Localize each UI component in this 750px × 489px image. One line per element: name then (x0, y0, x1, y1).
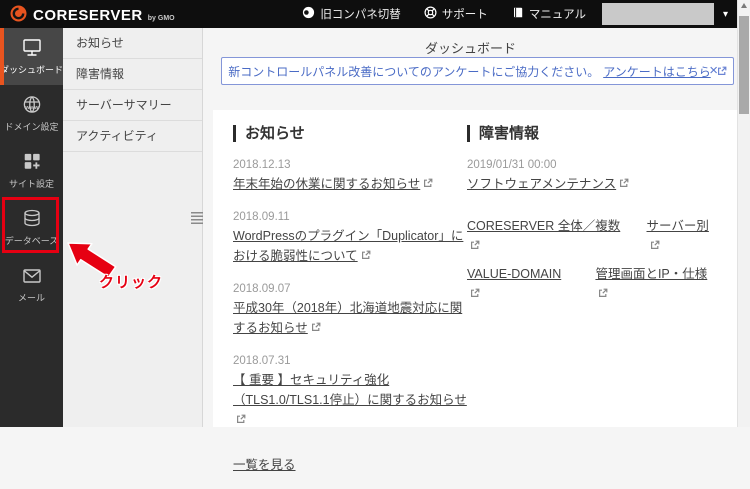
dashboard-icon (21, 38, 43, 58)
coreserver-logo: CORESERVER by GMO (0, 5, 175, 23)
top-bar: CORESERVER by GMO 旧コンパネ切替 サポート マニュアル ▾ (0, 0, 737, 28)
support-label: サポート (441, 9, 488, 21)
manual-button[interactable]: マニュアル (511, 6, 586, 22)
news-view-all-link[interactable]: 一覧を見る (233, 454, 296, 473)
external-link-icon (471, 240, 480, 250)
link-label: 管理画面とIP・仕様 (595, 267, 708, 282)
incident-links: CORESERVER 全体／複数 サーバー別 VALUE-DOMAIN 管理画面… (467, 216, 717, 304)
external-link-icon (599, 288, 608, 298)
external-link-icon (311, 322, 321, 332)
incident-link-label: ソフトウェアメンテナンス (467, 177, 617, 192)
sidebar-item-site[interactable]: サイト設定 (0, 142, 63, 199)
vertical-scrollbar (737, 0, 750, 427)
news-link-label: WordPressのプラグイン「Duplicator」における脆弱性について (233, 229, 464, 264)
old-panel-switch-label: 旧コンパネ切替 (320, 9, 401, 21)
news-item: 2018.09.07 平成30年（2018年）北海道地震対応に関するお知らせ (233, 283, 467, 338)
news-link[interactable]: 年末年始の休業に関するお知らせ (233, 177, 433, 191)
toggle-icon (302, 6, 315, 22)
sidebar: ダッシュボード www ドメイン設定 サイト設定 データベース メール (0, 28, 63, 427)
news-date: 2018.07.31 (233, 355, 291, 368)
incident-item: 2019/01/31 00:00 ソフトウェアメンテナンス (467, 159, 717, 194)
incidents-section: 障害情報 2019/01/31 00:00 ソフトウェアメンテナンス CORES… (467, 125, 717, 474)
account-caret-icon[interactable]: ▾ (723, 9, 728, 20)
incident-link[interactable]: ソフトウェアメンテナンス (467, 177, 629, 191)
sidebar-item-label: データベース (4, 235, 59, 246)
news-item: 2018.07.31 【 重要 】セキュリティ強化（TLS1.0/TLS1.1停… (233, 355, 467, 430)
submenu-item-server-summary[interactable]: サーバーサマリー (63, 90, 202, 121)
brand-suffix: by GMO (147, 15, 175, 22)
submenu-item-news[interactable]: お知らせ (63, 28, 202, 59)
external-link-icon (237, 414, 246, 424)
support-icon (424, 6, 437, 22)
panel-resize-grip[interactable] (191, 212, 203, 224)
scrollbar-up-arrow[interactable] (738, 0, 750, 13)
submenu-item-activity[interactable]: アクティビティ (63, 121, 202, 152)
old-panel-switch-button[interactable]: 旧コンパネ切替 (302, 6, 401, 22)
database-icon (21, 209, 43, 229)
news-item: 2018.09.11 WordPressのプラグイン「Duplicator」にお… (233, 211, 467, 266)
external-link-icon (361, 250, 371, 260)
main-content: ダッシュボード 新コントロールパネル改善についてのアンケートにご協力ください。 … (204, 28, 737, 472)
link-label: サーバー別 (646, 219, 709, 234)
banner-close-button[interactable]: × (709, 63, 718, 78)
external-link-icon (717, 66, 727, 75)
incident-filter-link[interactable]: CORESERVER 全体／複数 (467, 216, 623, 256)
link-label: VALUE-DOMAIN (467, 267, 562, 282)
incidents-heading: 障害情報 (467, 125, 717, 143)
mail-icon (21, 266, 43, 286)
support-button[interactable]: サポート (424, 6, 488, 22)
sidebar-item-mail[interactable]: メール (0, 256, 63, 313)
manual-label: マニュアル (528, 9, 586, 21)
incident-filter-link[interactable]: サーバー別 (647, 216, 718, 256)
sidebar-item-label: ドメイン設定 (4, 121, 59, 132)
external-link-icon (650, 240, 659, 250)
survey-link[interactable]: アンケートはこちら (603, 63, 727, 80)
news-link-label: 平成30年（2018年）北海道地震対応に関するお知らせ (233, 301, 463, 336)
sidebar-item-label: サイト設定 (8, 178, 54, 189)
brand-name: CORESERVER (33, 7, 143, 24)
sidebar-item-label: ダッシュボード (0, 64, 64, 75)
sidebar-item-dashboard[interactable]: ダッシュボード (0, 28, 63, 85)
top-nav: 旧コンパネ切替 サポート マニュアル (302, 6, 586, 22)
external-link-icon (471, 288, 480, 298)
link-label: CORESERVER 全体／複数 (467, 219, 621, 234)
news-link-label: 【 重要 】セキュリティ強化（TLS1.0/TLS1.1停止）に関するお知らせ (233, 373, 467, 408)
sidebar-item-domain[interactable]: www ドメイン設定 (0, 85, 63, 142)
sidebar-item-label: メール (17, 292, 45, 303)
annotation-click-label: クリック (99, 274, 164, 291)
news-link[interactable]: WordPressのプラグイン「Duplicator」における脆弱性について (233, 229, 463, 263)
manual-icon (511, 6, 524, 22)
sidebar-item-database[interactable]: データベース (0, 199, 63, 256)
incident-date: 2019/01/31 00:00 (467, 159, 557, 172)
news-link[interactable]: 平成30年（2018年）北海道地震対応に関するお知らせ (233, 301, 462, 335)
site-grid-plus-icon (21, 152, 43, 172)
account-box[interactable] (601, 3, 714, 25)
news-link[interactable]: 【 重要 】セキュリティ強化（TLS1.0/TLS1.1停止）に関するお知らせ (233, 373, 467, 427)
domain-globe-icon: www (21, 95, 43, 115)
page-title: ダッシュボード (424, 41, 516, 56)
survey-banner-message: 新コントロールパネル改善についてのアンケートにご協力ください。 (228, 64, 600, 79)
external-link-icon (620, 178, 629, 188)
scrollbar-thumb[interactable] (739, 16, 749, 114)
news-date: 2018.09.11 (233, 211, 290, 224)
news-date: 2018.12.13 (233, 159, 291, 172)
news-heading: お知らせ (233, 125, 467, 143)
svg-text:www: www (24, 105, 39, 111)
incident-filter-link[interactable]: VALUE-DOMAIN (467, 264, 571, 304)
survey-banner: 新コントロールパネル改善についてのアンケートにご協力ください。 アンケートはこち… (221, 57, 734, 85)
news-link-label: 年末年始の休業に関するお知らせ (233, 177, 421, 192)
submenu-item-incidents[interactable]: 障害情報 (63, 59, 202, 90)
news-item: 2018.12.13 年末年始の休業に関するお知らせ (233, 159, 467, 194)
news-section: お知らせ 2018.12.13 年末年始の休業に関するお知らせ 2018.09.… (233, 125, 467, 474)
incident-filter-link[interactable]: 管理画面とIP・仕様 (595, 264, 717, 304)
survey-link-label: アンケートはこちら (603, 64, 711, 79)
dashboard-card: お知らせ 2018.12.13 年末年始の休業に関するお知らせ 2018.09.… (213, 110, 737, 472)
dashboard-submenu: お知らせ 障害情報 サーバーサマリー アクティビティ (63, 28, 203, 427)
external-link-icon (424, 178, 433, 188)
news-date: 2018.09.07 (233, 283, 291, 296)
coreserver-logo-icon (10, 5, 27, 22)
